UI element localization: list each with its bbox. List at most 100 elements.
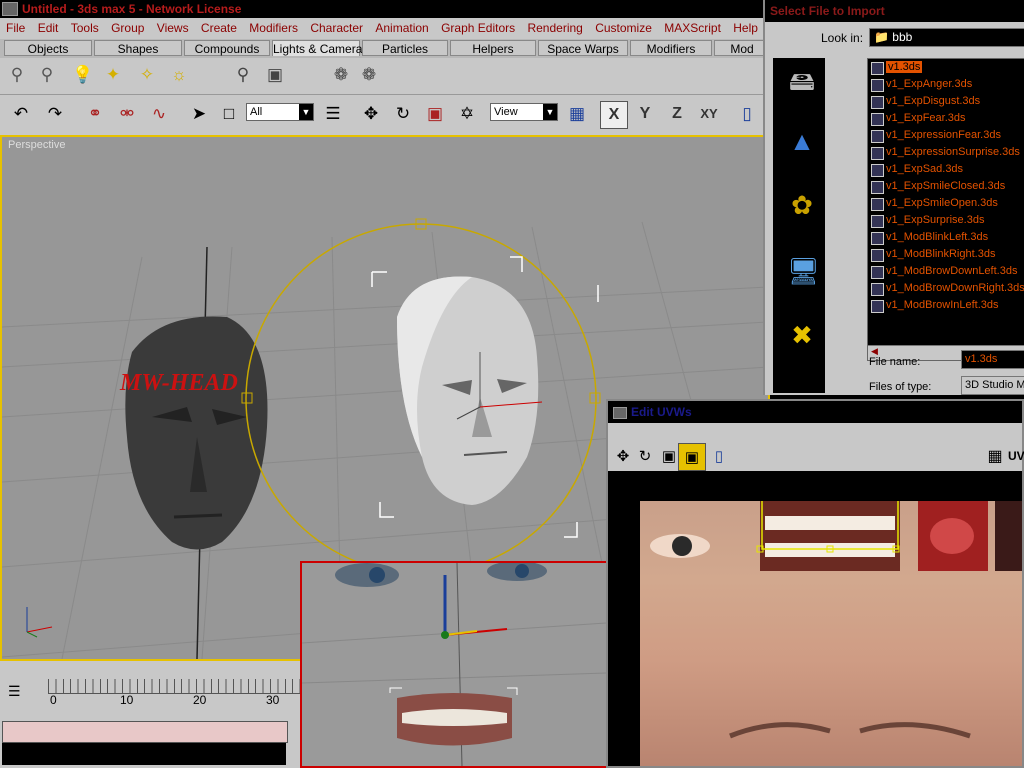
mirror-icon[interactable]: ▯: [706, 443, 732, 469]
my-computer-icon[interactable]: 🖥: [787, 256, 820, 286]
target-direct-icon[interactable]: ✦: [100, 62, 126, 88]
file-item[interactable]: v1_ExpSurprise.3ds: [868, 212, 1024, 229]
menu-help[interactable]: Help: [733, 21, 758, 35]
uvw-texture-canvas[interactable]: [640, 501, 1022, 766]
unlink-icon[interactable]: ⚮: [114, 101, 140, 127]
menu-customize[interactable]: Customize: [595, 21, 652, 35]
timeline-config-icon[interactable]: ☰: [8, 683, 28, 699]
menu-maxscript[interactable]: MAXScript: [664, 21, 721, 35]
files-of-type-dropdown[interactable]: 3D Studio M: [961, 376, 1024, 395]
move-icon[interactable]: ✥: [358, 101, 384, 127]
menu-views[interactable]: Views: [157, 21, 189, 35]
menu-tools[interactable]: Tools: [71, 21, 99, 35]
checker-map-icon[interactable]: ▦: [982, 443, 1008, 469]
selection-region-icon[interactable]: □: [216, 101, 242, 127]
file-item[interactable]: v1_ExpSad.3ds: [868, 161, 1024, 178]
axis-x-button[interactable]: X: [600, 101, 628, 129]
menu-modifiers[interactable]: Modifiers: [249, 21, 298, 35]
file-item[interactable]: v1_ExpressionSurprise.3ds: [868, 144, 1024, 161]
tab-mod-more[interactable]: Mod: [714, 40, 770, 56]
menu-file[interactable]: File: [6, 21, 25, 35]
file-item[interactable]: v1.3ds: [868, 59, 1024, 76]
target-spot-icon[interactable]: ⚲: [4, 62, 30, 88]
file-item[interactable]: v1_ExpressionFear.3ds: [868, 127, 1024, 144]
uvw-texture: [650, 501, 1022, 739]
select-object-icon[interactable]: ➤: [186, 101, 212, 127]
tab-helpers[interactable]: Helpers: [450, 40, 536, 56]
axis-xy-button[interactable]: XY: [696, 101, 722, 127]
select-by-name-icon[interactable]: ☰: [320, 101, 346, 127]
chevron-down-icon: ▼: [543, 104, 557, 120]
selection-filter-dropdown[interactable]: All ▼: [246, 103, 314, 121]
helper-handle-right[interactable]: [589, 392, 601, 404]
menu-rendering[interactable]: Rendering: [527, 21, 582, 35]
rotate-icon[interactable]: ↻: [632, 443, 658, 469]
reference-coord-dropdown[interactable]: View ▼: [490, 103, 558, 121]
free-spot-icon[interactable]: ⚲: [34, 62, 60, 88]
menu-character[interactable]: Character: [310, 21, 363, 35]
free-camera-icon[interactable]: ▣: [262, 62, 288, 88]
status-prompt-field[interactable]: [2, 721, 288, 743]
redo-icon[interactable]: ↷: [42, 101, 68, 127]
secondary-viewport[interactable]: [300, 561, 608, 768]
tab-panel-bar: Objects Shapes Compounds Lights & Camera…: [0, 39, 770, 58]
pivot-center-icon[interactable]: ▦: [564, 101, 590, 127]
rotate-icon[interactable]: ↻: [390, 101, 416, 127]
axis-y-button[interactable]: Y: [632, 101, 658, 127]
file-item[interactable]: v1_ExpSmileOpen.3ds: [868, 195, 1024, 212]
eye-texture: [672, 536, 692, 556]
file-item[interactable]: v1_ModBlinkRight.3ds: [868, 246, 1024, 263]
tab-lights-cameras[interactable]: Lights & Cameras: [272, 40, 368, 56]
free-direct-icon[interactable]: ✧: [134, 62, 160, 88]
time-ruler[interactable]: [48, 679, 300, 694]
tab-modifiers[interactable]: Modifiers: [630, 40, 712, 56]
file-item[interactable]: v1_ModBrowDownLeft.3ds: [868, 263, 1024, 280]
tab-particles[interactable]: Particles: [362, 40, 448, 56]
manipulate-icon[interactable]: ✡: [454, 101, 480, 127]
tab-compounds[interactable]: Compounds: [184, 40, 270, 56]
look-in-label: Look in:: [821, 31, 864, 45]
file-item[interactable]: v1_ExpDisgust.3ds: [868, 93, 1024, 110]
tab-space-warps[interactable]: Space Warps: [538, 40, 628, 56]
eye-left-mesh[interactable]: [335, 563, 399, 587]
menu-create[interactable]: Create: [201, 21, 237, 35]
light-head-mesh[interactable]: [397, 276, 539, 506]
camera-link-icon[interactable]: ❁: [328, 62, 354, 88]
maxscript-listener-field[interactable]: [2, 743, 286, 765]
file-item[interactable]: v1_ExpFear.3ds: [868, 110, 1024, 127]
file-item[interactable]: v1_ModBrowInLeft.3ds: [868, 297, 1024, 314]
file-item[interactable]: v1_ModBlinkLeft.3ds: [868, 229, 1024, 246]
axis-z-button[interactable]: Z: [664, 101, 690, 127]
select-link-icon[interactable]: ⚭: [82, 101, 108, 127]
menu-group[interactable]: Group: [111, 21, 144, 35]
history-icon[interactable]: 🖴: [787, 66, 817, 96]
file-name-input[interactable]: v1.3ds: [961, 350, 1024, 369]
tab-objects[interactable]: Objects: [4, 40, 92, 56]
undo-icon[interactable]: ↶: [8, 101, 34, 127]
menu-graph-editors[interactable]: Graph Editors: [441, 21, 515, 35]
target-camera-icon[interactable]: ⚲: [230, 62, 256, 88]
tab-shapes[interactable]: Shapes: [94, 40, 182, 56]
app-icon: [2, 2, 18, 16]
mirror-icon[interactable]: ▯: [734, 101, 760, 127]
camera-settings-icon[interactable]: ❁: [356, 62, 382, 88]
file-item[interactable]: v1_ExpSmileClosed.3ds: [868, 178, 1024, 195]
network-places-icon[interactable]: ✖: [787, 320, 817, 350]
omni-light-icon[interactable]: 💡: [70, 62, 96, 88]
file-item[interactable]: v1_ExpAnger.3ds: [868, 76, 1024, 93]
look-in-dropdown[interactable]: 📁 bbb: [869, 28, 1024, 47]
freeform-icon[interactable]: ▣: [678, 443, 706, 471]
scale-icon[interactable]: ▣: [422, 101, 448, 127]
file-item[interactable]: v1_ModBrowDownRight.3ds: [868, 280, 1024, 297]
select-file-dialog: Select File to Import Look in: 📁 bbb 🖴 ▲…: [763, 0, 1024, 395]
dark-head-mesh[interactable]: [125, 316, 268, 550]
file-list[interactable]: v1.3ds v1_ExpAnger.3ds v1_ExpDisgust.3ds…: [867, 58, 1024, 361]
skylight-icon[interactable]: ☼: [166, 62, 192, 88]
bind-spacewarp-icon[interactable]: ∿: [146, 101, 172, 127]
menu-edit[interactable]: Edit: [38, 21, 59, 35]
my-documents-icon[interactable]: ✿: [787, 190, 817, 220]
desktop-icon[interactable]: ▲: [787, 126, 817, 156]
selection-filter-value: All: [250, 106, 263, 118]
edit-uvws-window: Edit UVWs ✥ ↻ ▣ ▣ ▯ ▦ UV: [606, 399, 1024, 768]
menu-animation[interactable]: Animation: [375, 21, 428, 35]
